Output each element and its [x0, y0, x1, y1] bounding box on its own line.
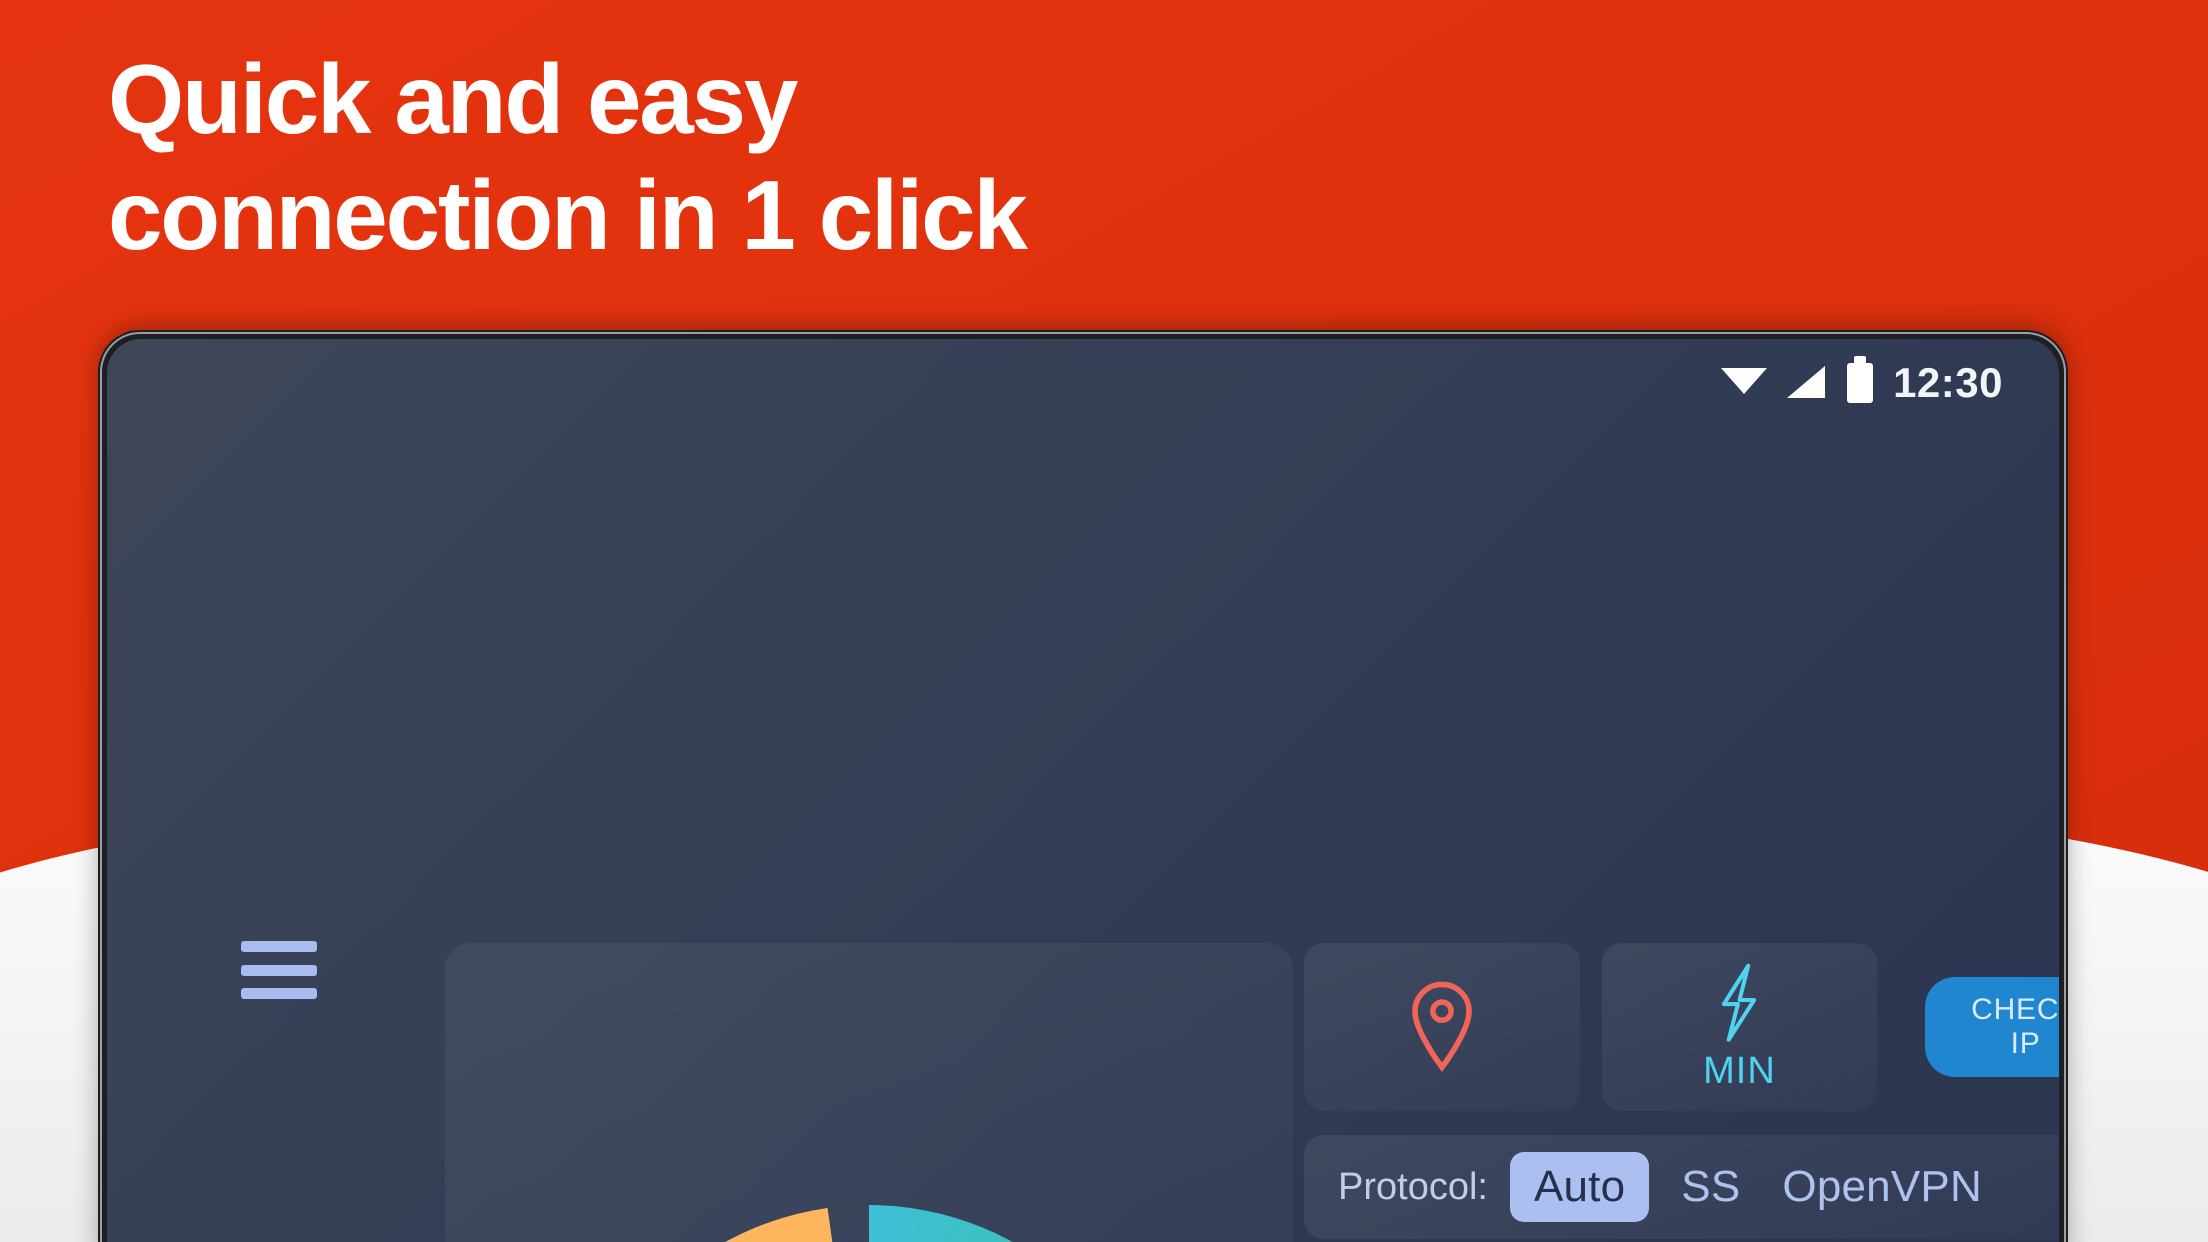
protocol-option-auto[interactable]: Auto [1509, 1152, 1650, 1222]
protocol-option-openvpn[interactable]: OpenVPN [1772, 1158, 1992, 1216]
hamburger-menu-icon[interactable] [241, 941, 317, 999]
wifi-icon [1721, 366, 1768, 400]
cellular-signal-icon [1787, 366, 1827, 400]
speed-tile-label: MIN [1703, 1049, 1776, 1092]
headline-line-2: connection in 1 click [108, 159, 1028, 270]
controls-column: MIN CHECK IP Protocol: Auto SS OpenVPN 🇩… [1304, 943, 2059, 1242]
status-bar-clock: 12:30 [1893, 359, 2003, 406]
app-screen: 12:30 Time Left ∞ [107, 339, 2059, 1242]
time-left-donut-gauge: Time Left ∞ [571, 1205, 1167, 1242]
check-ip-button[interactable]: CHECK IP [1925, 977, 2059, 1077]
time-left-card: Time Left ∞ [445, 943, 1293, 1242]
hamburger-bar [241, 964, 317, 976]
hamburger-bar [241, 941, 317, 952]
protocol-option-ss[interactable]: SS [1671, 1158, 1750, 1216]
quick-actions-row: MIN CHECK IP [1304, 943, 2059, 1111]
hamburger-bar [241, 988, 317, 999]
protocol-selector: Protocol: Auto SS OpenVPN [1304, 1135, 2059, 1239]
tablet-device-frame: 12:30 Time Left ∞ [98, 330, 2068, 1242]
location-tile[interactable] [1304, 943, 1580, 1111]
protocol-label: Protocol: [1338, 1165, 1488, 1208]
status-bar: 12:30 [107, 339, 2059, 427]
promo-headline: Quick and easy connection in 1 click [108, 44, 1608, 270]
promo-banner: Quick and easy connection in 1 click 12:… [0, 0, 2208, 1242]
speed-tile[interactable]: MIN [1601, 943, 1878, 1111]
headline-line-1: Quick and easy [108, 44, 798, 154]
battery-icon [1847, 356, 1874, 403]
lightning-bolt-icon [1722, 963, 1757, 1042]
gauge-ring [571, 1205, 1167, 1242]
location-pin-icon [1411, 981, 1472, 1072]
